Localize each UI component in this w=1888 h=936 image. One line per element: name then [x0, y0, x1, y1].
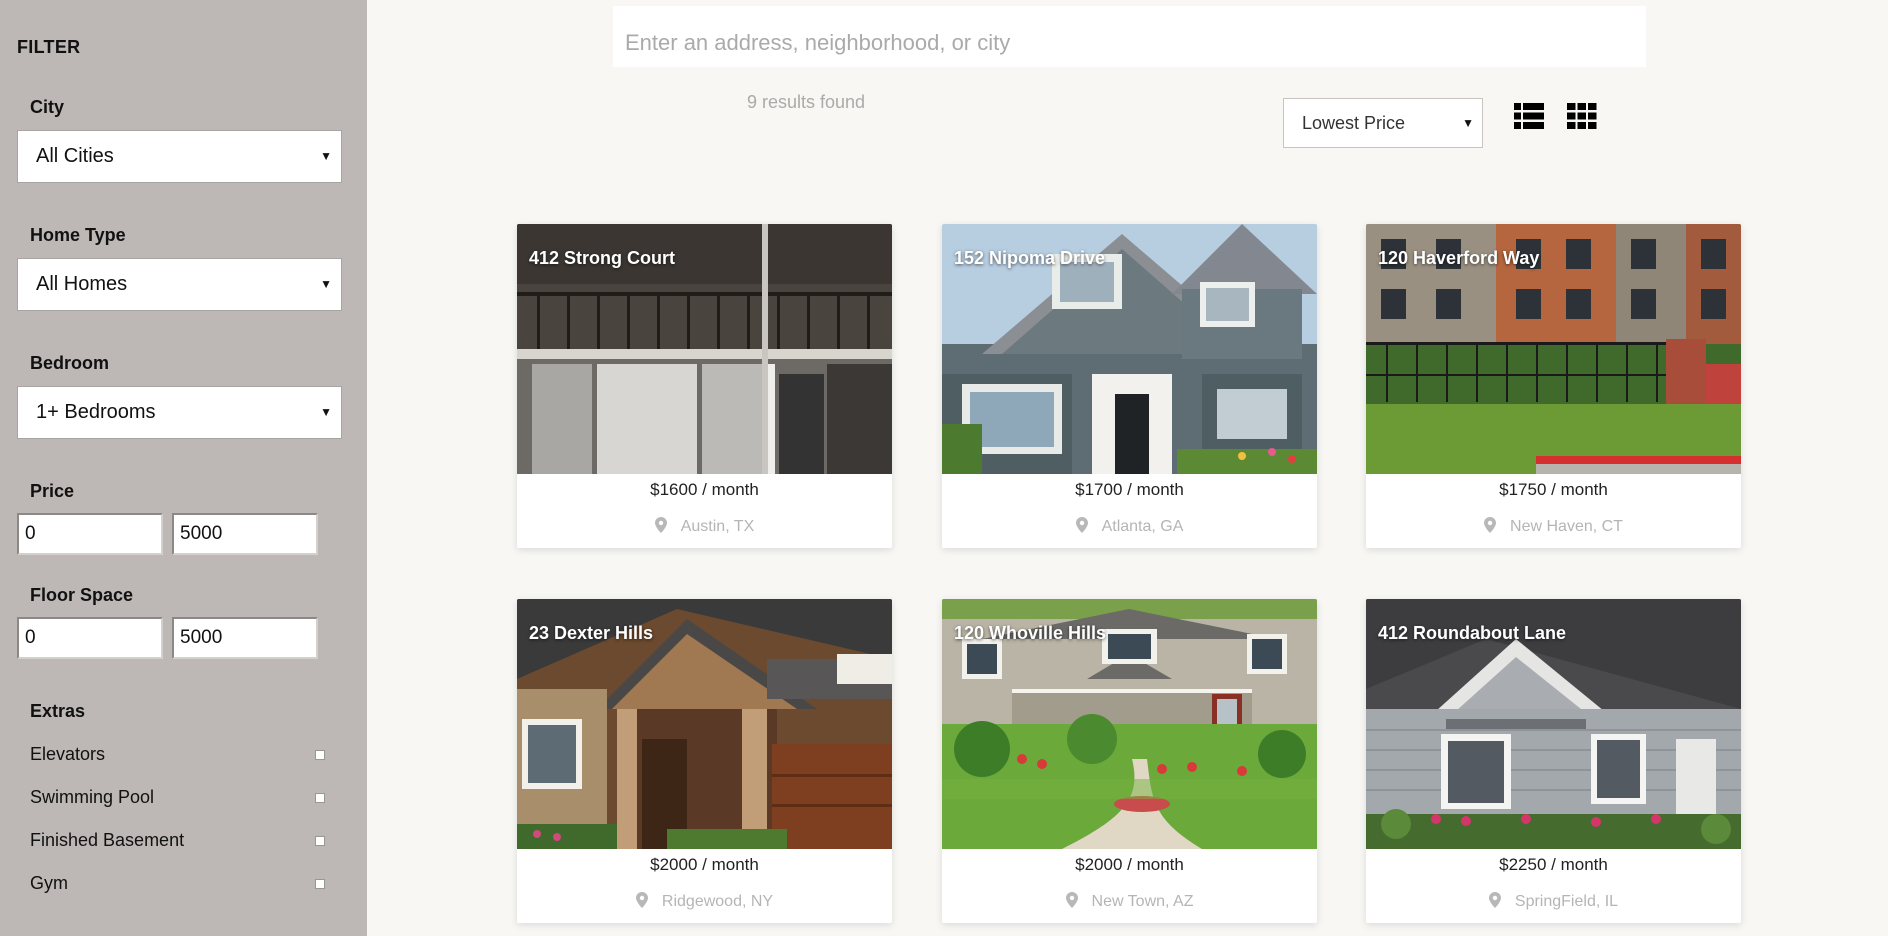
listing-title[interactable]: 120 Haverford Way [1378, 248, 1539, 269]
dropdown-arrow-icon: ▼ [320, 149, 332, 163]
filter-title: FILTER [17, 37, 81, 57]
bedroom-select[interactable]: 1+ Bedrooms ▼ [17, 386, 342, 439]
city-select[interactable]: All Cities ▼ [17, 130, 342, 183]
bedroom-select-value: 1+ Bedrooms [36, 401, 156, 423]
extra-swimming-pool-checkbox[interactable] [315, 793, 325, 803]
extra-elevators-label: Elevators [30, 744, 106, 764]
listing-location-text: Atlanta, GA [1101, 518, 1184, 535]
extra-elevators-checkbox[interactable] [315, 750, 325, 760]
extra-swimming-pool: Swimming Pool [30, 787, 325, 811]
map-pin-icon [1484, 517, 1497, 538]
results-count: 9 results found [747, 92, 866, 112]
listing-card[interactable]: 23 Dexter Hills $2000 / month Ridgewood,… [517, 599, 892, 923]
listing-title[interactable]: 23 Dexter Hills [529, 623, 653, 644]
listing-title[interactable]: 412 Strong Court [529, 248, 675, 269]
map-pin-icon [1075, 517, 1088, 538]
price-min-input[interactable]: 0 [17, 513, 163, 555]
listing-location-text: SpringField, IL [1514, 893, 1619, 910]
listing-price: $1600 / month [650, 480, 759, 499]
home-type-select-value: All Homes [36, 273, 128, 295]
listing-card[interactable]: 412 Strong Court $1600 / month Austin, T… [517, 224, 892, 548]
listing-price: $1750 / month [1499, 480, 1608, 499]
extra-finished-basement: Finished Basement [30, 830, 325, 854]
extra-elevators: Elevators [30, 744, 325, 768]
listing-location: Atlanta, GA [942, 517, 1317, 538]
listing-card[interactable]: 120 Whoville Hills $2000 / month New Tow… [942, 599, 1317, 923]
map-pin-icon [654, 517, 667, 538]
listing-title[interactable]: 412 Roundabout Lane [1378, 623, 1566, 644]
listing-location-text: Ridgewood, NY [661, 893, 774, 910]
extras-label: Extras [30, 701, 86, 721]
listing-card[interactable]: 152 Nipoma Drive $1700 / month Atlanta, … [942, 224, 1317, 548]
extra-swimming-pool-label: Swimming Pool [30, 787, 155, 807]
listing-price: $2250 / month [1499, 855, 1608, 874]
extra-gym-checkbox[interactable] [315, 879, 325, 889]
listing-card[interactable]: 120 Haverford Way $1750 / month New Have… [1366, 224, 1741, 548]
listing-location-text: Austin, TX [680, 518, 755, 535]
extra-finished-basement-checkbox[interactable] [315, 836, 325, 846]
list-view-icon[interactable] [1514, 103, 1544, 129]
sort-select-value: Lowest Price [1302, 113, 1406, 133]
map-pin-icon [1065, 892, 1078, 913]
listing-location: SpringField, IL [1366, 892, 1741, 913]
listing-price: $2000 / month [650, 855, 759, 874]
extra-gym-label: Gym [30, 873, 68, 893]
listing-location: Austin, TX [517, 517, 892, 538]
map-pin-icon [1488, 892, 1501, 913]
dropdown-arrow-icon: ▼ [320, 405, 332, 419]
bedroom-label: Bedroom [30, 353, 110, 373]
price-max-input[interactable]: 5000 [172, 513, 318, 555]
dropdown-arrow-icon: ▼ [320, 277, 332, 291]
search-input[interactable]: Enter an address, neighborhood, or city [613, 6, 1646, 67]
filter-sidebar: FILTER City All Cities ▼ Home Type All H… [0, 0, 367, 936]
sort-select[interactable]: Lowest Price ▼ [1283, 98, 1483, 148]
listing-location: New Haven, CT [1366, 517, 1741, 538]
listing-location-text: New Haven, CT [1510, 518, 1623, 535]
listing-location-text: New Town, AZ [1091, 893, 1194, 910]
listing-title[interactable]: 152 Nipoma Drive [954, 248, 1105, 269]
grid-view-icon[interactable] [1567, 103, 1597, 129]
listing-price: $1700 / month [1075, 480, 1184, 499]
home-type-select[interactable]: All Homes ▼ [17, 258, 342, 311]
floor-space-min-input[interactable]: 0 [17, 617, 163, 659]
listing-location: New Town, AZ [942, 892, 1317, 913]
map-pin-icon [635, 892, 648, 913]
floor-space-max-input[interactable]: 5000 [172, 617, 318, 659]
listing-location: Ridgewood, NY [517, 892, 892, 913]
price-label: Price [30, 481, 75, 501]
listing-card[interactable]: 412 Roundabout Lane $2250 / month Spring… [1366, 599, 1741, 923]
city-label: City [30, 97, 65, 117]
extra-finished-basement-label: Finished Basement [30, 830, 185, 850]
extra-gym: Gym [30, 873, 325, 897]
listing-price: $2000 / month [1075, 855, 1184, 874]
home-type-label: Home Type [30, 225, 126, 245]
listing-title[interactable]: 120 Whoville Hills [954, 623, 1106, 644]
city-select-value: All Cities [36, 145, 114, 167]
dropdown-arrow-icon: ▼ [1462, 116, 1474, 130]
floor-space-label: Floor Space [30, 585, 134, 605]
